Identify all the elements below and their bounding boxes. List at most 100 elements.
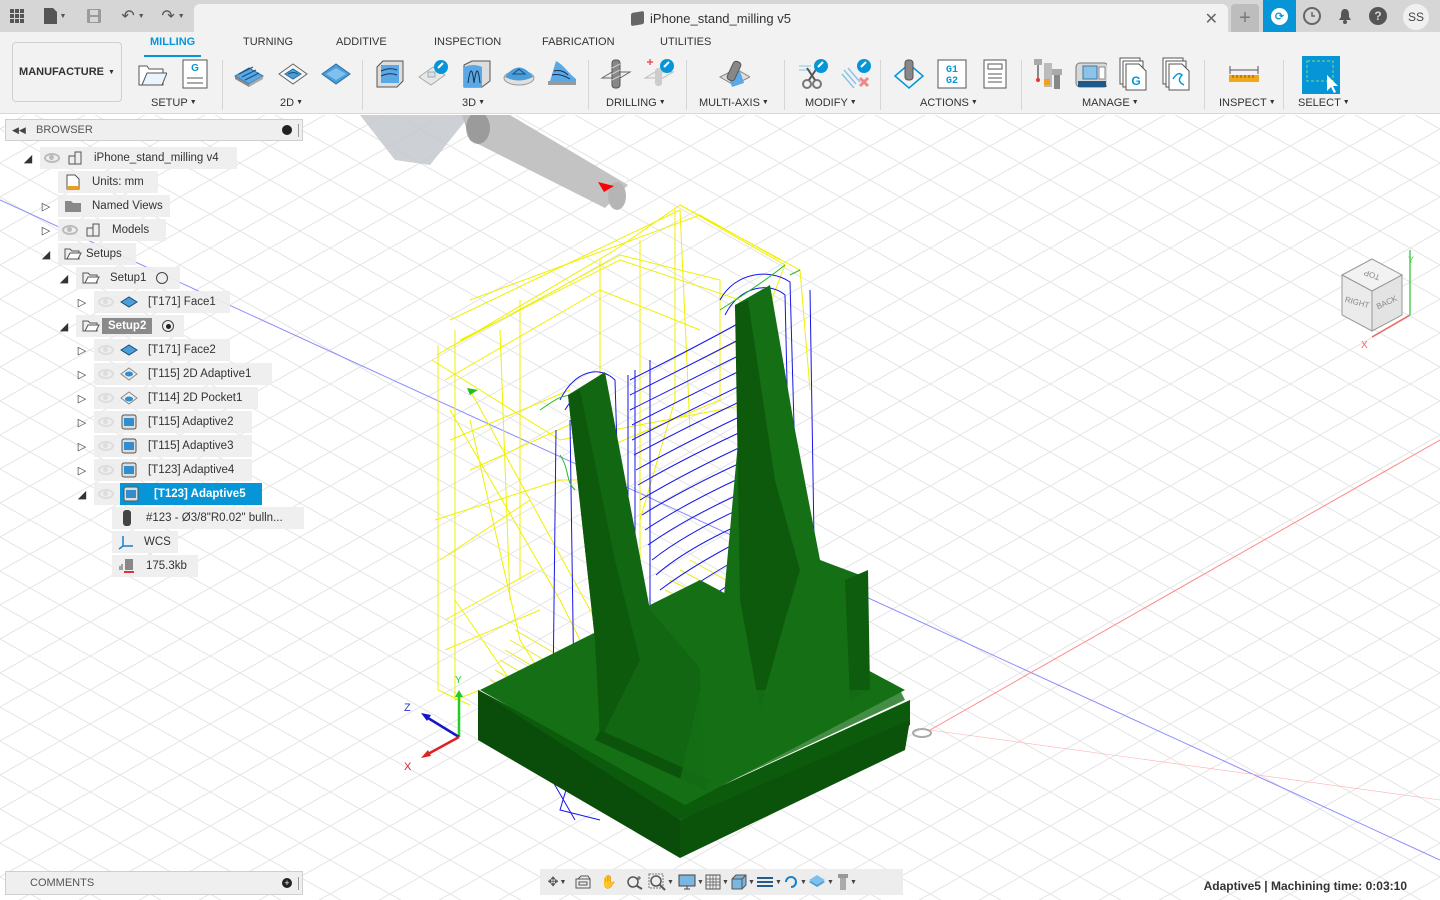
look-at-icon[interactable] <box>570 872 596 892</box>
notifications-bell-icon[interactable] <box>1336 7 1354 25</box>
redo-button[interactable]: ↷ ▼ <box>158 6 188 26</box>
visibility-eye-icon[interactable] <box>62 225 78 235</box>
visibility-eye-off-icon[interactable] <box>98 369 114 379</box>
hole-recognition-button[interactable] <box>643 58 675 90</box>
display-settings-icon[interactable]: ▼ <box>678 872 704 892</box>
group-actions-dropdown[interactable]: ACTIONS ▼ <box>920 97 978 109</box>
browser-panel-header[interactable]: ◀◀ BROWSER <box>5 119 303 141</box>
visibility-eye-off-icon[interactable] <box>98 417 114 427</box>
expanded-triangle-icon[interactable]: ◢ <box>58 320 70 333</box>
window-select-button[interactable] <box>1302 56 1340 94</box>
group-2d-dropdown[interactable]: 2D ▼ <box>280 97 303 109</box>
new-setup-button[interactable] <box>136 58 168 90</box>
comments-panel-header[interactable]: COMMENTS + <box>5 871 303 895</box>
visibility-eye-off-icon[interactable] <box>98 297 114 307</box>
machine-library-button[interactable] <box>1075 58 1107 90</box>
post-process-button[interactable]: G1 G2 <box>936 58 968 90</box>
3d-adaptive-button[interactable] <box>374 58 406 90</box>
collapsed-triangle-icon[interactable]: ▷ <box>76 392 88 405</box>
3d-contour-button[interactable] <box>460 58 492 90</box>
3d-extension-button[interactable] <box>417 58 449 90</box>
pan-hand-icon[interactable]: ✋ <box>596 872 622 892</box>
panel-resize-handle[interactable] <box>298 124 300 137</box>
environment-icon[interactable]: ▼ <box>808 872 834 892</box>
tool-display-icon[interactable]: ▼ <box>834 872 860 892</box>
grid-icon[interactable]: ▼ <box>704 872 730 892</box>
collapsed-triangle-icon[interactable]: ▷ <box>76 416 88 429</box>
user-avatar[interactable]: SS <box>1403 4 1429 30</box>
group-multi-axis-dropdown[interactable]: MULTI-AXIS ▼ <box>699 97 769 109</box>
expanded-triangle-icon[interactable]: ◢ <box>58 272 70 285</box>
close-tab-icon[interactable]: ✕ <box>1205 9 1218 29</box>
tab-milling[interactable]: MILLING <box>144 36 202 57</box>
camera-icon[interactable]: ▼ <box>782 872 808 892</box>
orbit-icon[interactable]: ✥ ▼ <box>544 872 570 892</box>
3d-steep-shallow-button[interactable] <box>546 58 578 90</box>
remove-toolpath-button[interactable] <box>840 58 872 90</box>
face-button[interactable] <box>233 58 265 90</box>
tool-library-button[interactable] <box>1032 58 1064 90</box>
visibility-eye-off-icon[interactable] <box>98 465 114 475</box>
add-comment-icon[interactable]: + <box>282 878 292 888</box>
document-tab[interactable]: iPhone_stand_milling v5 ✕ <box>194 4 1228 32</box>
panel-resize-handle[interactable] <box>298 877 300 890</box>
2d-pocket-button[interactable] <box>320 58 352 90</box>
active-setup-radio[interactable] <box>162 320 175 332</box>
3d-pocket-button[interactable] <box>503 58 535 90</box>
trim-toolpath-button[interactable] <box>797 58 829 90</box>
expanded-triangle-icon[interactable]: ◢ <box>22 152 34 165</box>
expanded-triangle-icon[interactable]: ◢ <box>40 248 52 261</box>
pin-panel-icon[interactable] <box>282 125 292 135</box>
tab-inspection[interactable]: INSPECTION <box>434 36 501 54</box>
visibility-eye-icon[interactable] <box>44 153 60 163</box>
new-tab-button[interactable]: + <box>1231 4 1259 32</box>
sync-button[interactable]: ⟳ <box>1263 0 1296 32</box>
drill-button[interactable] <box>600 58 632 90</box>
group-inspect-dropdown[interactable]: INSPECT ▼ <box>1219 97 1276 109</box>
visibility-eye-off-icon[interactable] <box>98 393 114 403</box>
visibility-eye-off-icon[interactable] <box>98 345 114 355</box>
collapsed-triangle-icon[interactable]: ▷ <box>76 464 88 477</box>
zoom-icon[interactable] <box>622 872 648 892</box>
save-button[interactable] <box>86 6 102 26</box>
visibility-eye-off-icon[interactable] <box>98 441 114 451</box>
tab-additive[interactable]: ADDITIVE <box>336 36 387 54</box>
collapsed-triangle-icon[interactable]: ▷ <box>76 368 88 381</box>
tab-fabrication[interactable]: FABRICATION <box>542 36 615 54</box>
group-drilling-dropdown[interactable]: DRILLING ▼ <box>606 97 666 109</box>
group-select-dropdown[interactable]: SELECT ▼ <box>1298 97 1350 109</box>
simulate-button[interactable] <box>893 58 925 90</box>
view-cube[interactable]: TOP RIGHT BACK Y X <box>1330 245 1430 355</box>
workspace-switcher[interactable]: MANUFACTURE ▼ <box>12 42 122 102</box>
expanded-triangle-icon[interactable]: ◢ <box>76 488 88 501</box>
collapsed-triangle-icon[interactable]: ▷ <box>76 296 88 309</box>
tab-turning[interactable]: TURNING <box>243 36 293 54</box>
job-status-clock-icon[interactable] <box>1303 7 1321 25</box>
2d-adaptive-button[interactable] <box>277 58 309 90</box>
multi-axis-button[interactable] <box>718 58 750 90</box>
nc-program-button[interactable]: G <box>179 58 211 90</box>
group-3d-dropdown[interactable]: 3D ▼ <box>462 97 485 109</box>
collapsed-triangle-icon[interactable]: ▷ <box>76 344 88 357</box>
collapse-panel-icon[interactable]: ◀◀ <box>12 125 32 136</box>
collapsed-triangle-icon[interactable]: ▷ <box>76 440 88 453</box>
zoom-window-icon[interactable]: ▼ <box>648 872 674 892</box>
file-menu-button[interactable]: ▼ <box>40 6 70 26</box>
apps-grid-icon[interactable] <box>8 6 26 26</box>
template-library-button[interactable] <box>1161 57 1193 91</box>
undo-button[interactable]: ↶ ▼ <box>118 6 148 26</box>
group-setup-dropdown[interactable]: SETUP ▼ <box>151 97 197 109</box>
activate-setup-radio[interactable] <box>156 272 169 284</box>
collapsed-triangle-icon[interactable]: ▷ <box>40 200 52 213</box>
post-library-button[interactable]: G <box>1118 57 1150 91</box>
visibility-eye-off-icon[interactable] <box>98 489 114 499</box>
group-manage-dropdown[interactable]: MANAGE ▼ <box>1082 97 1139 109</box>
visual-style-icon[interactable]: ▼ <box>730 872 756 892</box>
group-modify-dropdown[interactable]: MODIFY ▼ <box>805 97 857 109</box>
section-analysis-icon[interactable]: ▼ <box>756 872 782 892</box>
setup-sheet-button[interactable] <box>979 58 1011 90</box>
help-icon[interactable]: ? <box>1369 7 1387 25</box>
measure-button[interactable] <box>1228 58 1260 90</box>
tab-utilities[interactable]: UTILITIES <box>660 36 711 54</box>
collapsed-triangle-icon[interactable]: ▷ <box>40 224 52 237</box>
